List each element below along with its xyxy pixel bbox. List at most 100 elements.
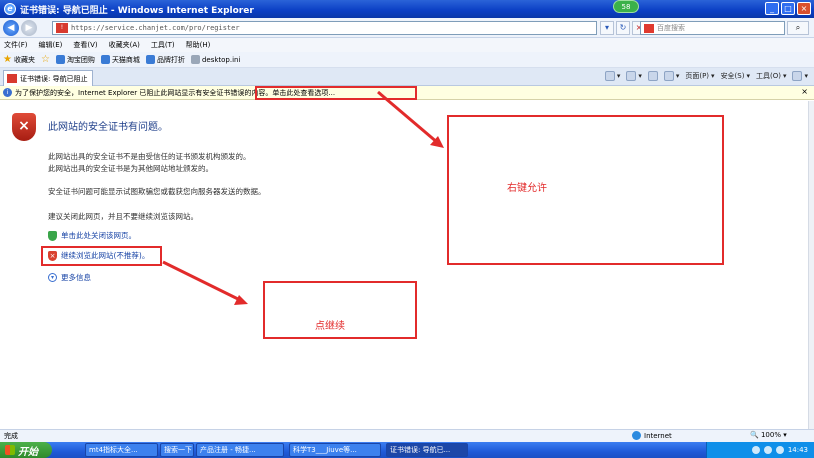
forward-button[interactable]: ▶ — [21, 20, 37, 36]
taskbar-item[interactable]: 科学T3___Jiuve等... — [289, 443, 381, 457]
help-button[interactable]: ▾ — [792, 71, 808, 81]
address-toolbar: ◀ ▶ ! https://service.chanjet.com/pro/re… — [0, 18, 814, 38]
feeds-icon — [626, 71, 637, 81]
globe-icon — [632, 431, 641, 440]
favorites-bar: ★ 收藏夹 ☆ 淘宝团购 天猫商城 品牌打折 desktop.ini — [0, 52, 814, 68]
home-button[interactable]: ▾ — [604, 71, 620, 81]
search-input[interactable]: 百度搜索 — [640, 21, 785, 35]
ie-logo-icon: e — [4, 3, 16, 15]
favorite-item[interactable]: 天猫商城 — [100, 55, 140, 65]
more-info-link[interactable]: ▾ 更多信息 — [48, 272, 91, 283]
safety-menu[interactable]: 安全(S) ▾ — [721, 71, 750, 81]
clock[interactable]: 14:43 — [788, 446, 808, 454]
file-icon — [190, 55, 200, 64]
favorites-button[interactable]: ★ 收藏夹 — [3, 54, 35, 65]
infobar-close-icon[interactable]: × — [801, 87, 808, 96]
notification-badge[interactable]: 58 — [613, 0, 639, 13]
favorite-item[interactable]: desktop.ini — [190, 55, 241, 64]
taskbar: 开始 mt4指标大全... 搜索一下 产品注册 - 畅捷... 科学T3___J… — [0, 442, 814, 458]
favorite-label: 淘宝团购 — [66, 55, 95, 64]
menu-edit[interactable]: 编辑(E) — [39, 40, 63, 50]
taskbar-item-active[interactable]: 证书错误: 导航已... — [386, 443, 468, 457]
search-button[interactable]: ⌕ — [787, 21, 809, 35]
page-icon — [55, 55, 65, 64]
tools-menu[interactable]: 工具(O) ▾ — [756, 71, 787, 81]
favorite-label: 天猫商城 — [111, 55, 140, 64]
tray-icon[interactable] — [775, 446, 784, 454]
taskbar-item-label: mt4指标大全... — [89, 446, 138, 454]
dropdown-icon[interactable]: ▾ — [600, 21, 614, 35]
help-icon — [792, 71, 803, 81]
mail-button[interactable] — [647, 71, 658, 81]
close-page-link[interactable]: 单击此处关闭该网页。 — [48, 230, 136, 241]
zoom-label: 100% — [760, 431, 781, 439]
add-favorite-icon[interactable]: ☆ — [41, 54, 50, 65]
green-shield-icon — [48, 230, 57, 241]
print-button[interactable]: ▾ — [663, 71, 679, 81]
error-line: 安全证书问题可能显示试图欺骗您或截获您向服务器发送的数据。 — [48, 187, 266, 196]
taskbar-item-label: 搜索一下 — [164, 446, 192, 454]
maximize-button[interactable]: □ — [781, 2, 795, 15]
start-label: 开始 — [18, 446, 38, 458]
annotation-infobar-highlight — [255, 86, 417, 100]
window-title: 证书错误: 导航已阻止 - Windows Internet Explorer — [20, 5, 254, 16]
system-tray: 14:43 — [706, 442, 814, 458]
page-icon — [145, 55, 155, 64]
certificate-error-icon — [7, 74, 17, 83]
page-icon — [100, 55, 110, 64]
tray-icon[interactable] — [763, 446, 772, 454]
taskbar-item[interactable]: 产品注册 - 畅捷... — [196, 443, 284, 457]
taskbar-item-label: 科学T3___Jiuve等... — [293, 446, 357, 454]
error-shield-icon: × — [12, 113, 36, 141]
star-icon: ★ — [3, 54, 12, 65]
menu-tools[interactable]: 工具(T) — [151, 40, 175, 50]
tools-menu-label: 工具(O) — [755, 72, 781, 80]
more-info-label: 更多信息 — [61, 273, 91, 282]
menu-view[interactable]: 查看(V) — [73, 40, 97, 50]
window-titlebar: e 证书错误: 导航已阻止 - Windows Internet Explore… — [0, 0, 814, 18]
security-zone: Internet — [632, 431, 672, 440]
close-window-button[interactable]: × — [797, 2, 811, 15]
certificate-error-icon: ! — [56, 23, 68, 33]
error-line: 此网站出具的安全证书不是由受信任的证书颁发机构颁发的。 — [48, 152, 251, 161]
menu-favorites[interactable]: 收藏夹(A) — [109, 40, 140, 50]
refresh-icon[interactable]: ↻ — [616, 21, 630, 35]
back-button[interactable]: ◀ — [3, 20, 19, 36]
page-menu[interactable]: 页面(P) ▾ — [685, 71, 714, 81]
start-button[interactable]: 开始 — [0, 442, 52, 458]
minimize-button[interactable]: _ — [765, 2, 779, 15]
taskbar-item[interactable]: mt4指标大全... — [85, 443, 158, 457]
address-bar[interactable]: ! https://service.chanjet.com/pro/regist… — [52, 21, 597, 35]
annotation-box-right-click — [447, 115, 724, 265]
favorite-item[interactable]: 淘宝团购 — [55, 55, 95, 65]
tab-bar: 证书错误: 导航已阻止 ▾ ▾ ▾ 页面(P) ▾ 安全(S) ▾ 工具(O) ▾ ▾ — [0, 68, 814, 86]
zone-label: Internet — [644, 431, 672, 440]
address-url[interactable]: https://service.chanjet.com/pro/register — [71, 24, 240, 32]
menu-file[interactable]: 文件(F) — [4, 40, 28, 50]
tab-current[interactable]: 证书错误: 导航已阻止 — [3, 70, 93, 86]
page-menu-label: 页面(P) — [685, 72, 710, 80]
annotation-continue-highlight — [41, 246, 162, 266]
search-placeholder: 百度搜索 — [657, 24, 685, 32]
feeds-button[interactable]: ▾ — [626, 71, 642, 81]
favorite-item[interactable]: 品牌打折 — [145, 55, 185, 65]
taskbar-item-label: 产品注册 - 畅捷... — [200, 446, 256, 454]
expand-icon: ▾ — [48, 273, 57, 282]
zoom-level[interactable]: 🔍 100% ▾ — [750, 431, 787, 439]
info-icon: i — [3, 88, 12, 97]
status-text: 完成 — [4, 432, 18, 440]
tab-label: 证书错误: 导航已阻止 — [20, 74, 88, 83]
status-bar: 完成 Internet 🔍 100% ▾ — [0, 429, 814, 442]
safety-menu-label: 安全(S) — [720, 72, 745, 80]
favorite-label: desktop.ini — [201, 55, 241, 64]
menu-help[interactable]: 帮助(H) — [186, 40, 211, 50]
window-controls: _ □ × — [765, 2, 811, 15]
print-icon — [663, 71, 674, 81]
close-page-label: 单击此处关闭该网页。 — [61, 231, 136, 240]
vertical-scrollbar[interactable] — [808, 101, 814, 429]
favorite-label: 品牌打折 — [156, 55, 185, 64]
taskbar-item[interactable]: 搜索一下 — [160, 443, 194, 457]
taskbar-item-label: 证书错误: 导航已... — [390, 446, 451, 454]
annotation-continue-label: 点继续 — [315, 321, 345, 332]
tray-icon[interactable] — [751, 446, 760, 454]
